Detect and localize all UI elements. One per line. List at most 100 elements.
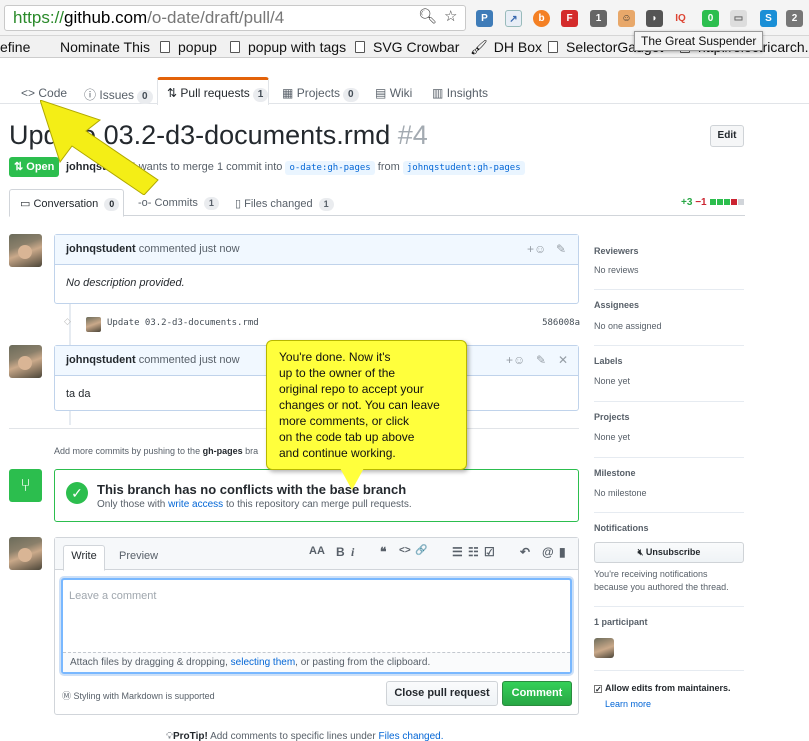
tab-pull-requests[interactable]: ⇅ Pull requests 1 [167, 86, 269, 104]
sidebar-milestone-heading[interactable]: Milestone [594, 468, 636, 478]
bookmark-star-icon[interactable]: ☆ [444, 8, 457, 26]
avatar [9, 537, 42, 570]
comment-timestamp: commented just now [138, 354, 240, 366]
merge-sub-text: to this repository can merge pull reques… [225, 499, 412, 510]
sidebar-divider [594, 606, 744, 607]
heading-icon[interactable]: AA [309, 545, 325, 557]
extension-icon[interactable]: S [760, 10, 777, 27]
bookmark-item[interactable]: efine [0, 38, 30, 56]
merge-status-box: ✓ This branch has no conflicts with the … [54, 469, 579, 522]
bookmark-item[interactable]: SVG Crowbar [355, 38, 459, 56]
mention-icon[interactable]: @ [542, 545, 554, 559]
unordered-list-icon[interactable]: ☰ [452, 545, 463, 559]
task-list-icon[interactable]: ☑ [484, 545, 495, 559]
edit-title-button[interactable]: Edit [710, 125, 744, 147]
tab-preview[interactable]: Preview [119, 546, 158, 570]
attach-text: Attach files by dragging & dropping, [70, 657, 228, 668]
bookmark-item[interactable]: Nominate This [60, 38, 150, 56]
comment-author[interactable]: johnqstudent [66, 354, 136, 366]
link-icon[interactable]: 🔗 [415, 545, 427, 556]
sidebar-labels-heading[interactable]: Labels [594, 356, 623, 366]
conversation-count: 0 [104, 198, 120, 211]
extension-icon[interactable]: ↗ [505, 10, 522, 27]
code-icon[interactable]: <> [399, 545, 411, 556]
annotation-line: up to the owner of the [279, 366, 396, 380]
extension-icon[interactable]: 1 [590, 10, 607, 27]
comment-timestamp: commented just now [138, 243, 240, 255]
checkbox-checked-icon: ✓ [594, 685, 602, 694]
bookmark-item[interactable]: popup with tags [230, 38, 346, 56]
extension-icon[interactable]: 2 [786, 10, 803, 27]
bookmark-icon[interactable]: ▮ [559, 545, 566, 559]
bookmark-item[interactable]: popup [160, 38, 217, 56]
tab-wiki[interactable]: ▤ Wiki [375, 86, 412, 104]
badge-count: 0 [707, 13, 714, 24]
extension-icon[interactable]: b [533, 10, 550, 27]
bold-icon[interactable]: B [336, 545, 345, 559]
sidebar-divider [594, 289, 744, 290]
project-icon: ▦ [282, 86, 294, 100]
address-bar[interactable]: https://github.com/o-date/draft/pull/4 [4, 5, 466, 31]
add-reaction-icon[interactable]: +☺ [506, 346, 525, 375]
python-extension-icon[interactable]: P [476, 10, 493, 27]
ordered-list-icon[interactable]: ☷ [468, 545, 479, 559]
bookmark-label: popup [178, 39, 217, 55]
check-icon: ✓ [66, 482, 88, 504]
pocket-icon[interactable]: ◗ [646, 10, 663, 27]
commit-sha[interactable]: 586008a [542, 318, 580, 328]
avatar[interactable] [9, 234, 42, 267]
avatar[interactable] [86, 317, 101, 332]
deletions-count: −1 [695, 197, 707, 208]
allow-edits-checkbox[interactable]: ✓ Allow edits from maintainers. [594, 683, 731, 694]
sidebar-projects-heading[interactable]: Projects [594, 412, 630, 422]
comment-textarea[interactable] [63, 580, 570, 652]
suspender-icon[interactable]: 0 [702, 10, 719, 27]
close-icon[interactable]: ✕ [558, 346, 568, 375]
commit-message[interactable]: Update 03.2-d3-documents.rmd [107, 318, 259, 328]
document-icon [160, 41, 170, 53]
tab-insights[interactable]: ▥ Insights [432, 86, 488, 104]
base-branch[interactable]: o-date:gh-pages [285, 161, 375, 175]
extension-icon[interactable]: F [561, 10, 578, 27]
head-branch[interactable]: johnqstudent:gh-pages [402, 161, 525, 175]
comment-author[interactable]: johnqstudent [66, 243, 136, 255]
files-count: 1 [318, 198, 334, 211]
annotation-line: You're done. Now it's [279, 350, 391, 364]
tab-conversation[interactable]: ▭ Conversation 0 [20, 197, 120, 211]
iq-label: IQ [675, 13, 686, 24]
files-changed-link[interactable]: Files changed. [378, 731, 443, 741]
zoom-icon[interactable]: 🔍︎ [418, 8, 437, 26]
tab-write[interactable]: Write [63, 545, 105, 571]
bookmark-item[interactable]: 🖌︎ DH Box [470, 38, 542, 56]
italic-icon[interactable]: i [351, 545, 354, 560]
protip-text: Add comments to specific lines under [210, 731, 376, 741]
saved-reply-icon[interactable]: ↶ [520, 545, 530, 559]
write-access-link[interactable]: write access [168, 499, 223, 510]
pencil-icon[interactable]: ✎ [556, 235, 566, 264]
extension-icon[interactable]: ☺ [618, 10, 635, 27]
unsubscribe-button[interactable]: 🔇︎ Unsubscribe [594, 542, 744, 563]
chat-icon[interactable]: ▭ [730, 10, 747, 27]
sidebar-reviewers-heading[interactable]: Reviewers [594, 246, 639, 256]
projects-count: 0 [343, 88, 359, 102]
comment-editor: Attach files by dragging & dropping, sel… [61, 578, 572, 674]
sidebar-assignees-heading[interactable]: Assignees [594, 300, 639, 310]
learn-more-link[interactable]: Learn more [605, 699, 651, 709]
add-reaction-icon[interactable]: +☺ [527, 235, 546, 264]
markdown-note[interactable]: Ⓜ Styling with Markdown is supported [62, 689, 215, 702]
badge-count: 2 [791, 13, 798, 24]
pencil-icon[interactable]: ✎ [536, 346, 546, 375]
select-files-link[interactable]: selecting them [231, 657, 295, 668]
tab-projects[interactable]: ▦ Projects 0 [282, 86, 359, 104]
document-icon [548, 41, 558, 53]
tab-commits[interactable]: -o- Commits 1 [138, 197, 219, 210]
extension-icon[interactable]: IQ [672, 10, 689, 27]
comment-button[interactable]: Comment [502, 681, 572, 706]
quote-icon[interactable]: ❝ [380, 545, 386, 559]
participant-avatar[interactable] [594, 638, 614, 658]
attach-files-bar[interactable]: Attach files by dragging & dropping, sel… [63, 652, 570, 672]
tab-files-changed[interactable]: ▯ Files changed 1 [235, 197, 334, 211]
avatar[interactable] [9, 345, 42, 378]
sidebar-notifications-heading: Notifications [594, 523, 649, 533]
close-pull-request-button[interactable]: Close pull request [386, 681, 498, 706]
